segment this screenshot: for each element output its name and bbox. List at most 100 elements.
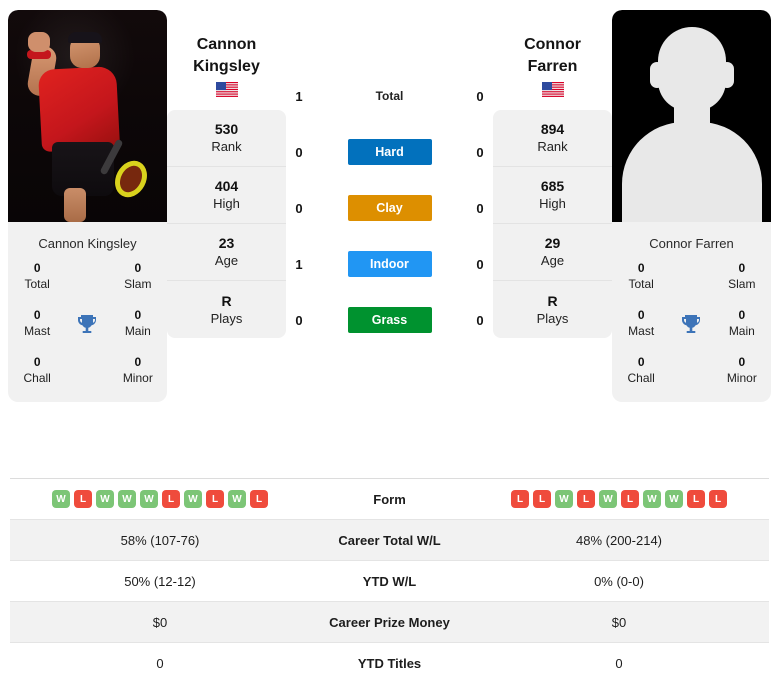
left-titles-chall-label: Chall	[23, 371, 51, 385]
left-player-name-header: Cannon Kingsley	[167, 10, 286, 110]
right-ytd-wl-value: 0% (0-0)	[469, 560, 769, 602]
h2h-indoor-label-wrap: Indoor	[312, 251, 467, 277]
left-titles-mast: 0 Mast	[12, 308, 62, 339]
right-player-name: Connor Farren	[524, 34, 581, 78]
left-titles-main-label: Main	[124, 324, 151, 338]
form-badge-loss: L	[511, 490, 529, 508]
right-stat-plays-value: R	[547, 292, 558, 309]
trophy-icon	[679, 312, 703, 336]
left-stat-age-value: 23	[218, 235, 235, 251]
right-career-prize-money-value: $0	[469, 601, 769, 643]
right-titles-main: 0 Main	[717, 308, 767, 339]
left-form-strip: WLWWWLWLWL	[14, 490, 306, 508]
left-titles-chall-value: 0	[33, 355, 41, 369]
table-row-career-total-wl: 58% (107-76) Career Total W/L 48% (200-2…	[10, 519, 769, 561]
right-player-media-card: Connor Farren 0 Total 0 Slam 0 Mast 0 Ma…	[612, 10, 771, 402]
form-badge-loss: L	[206, 490, 224, 508]
form-badge-loss: L	[162, 490, 180, 508]
stats-table-body: WLWWWLWLWL Form LLWLWLWWLL 58% (107-76) …	[10, 478, 769, 684]
photo-racket-head-shape	[108, 155, 154, 203]
left-titles-main-value: 0	[134, 308, 142, 322]
right-titles-minor: 0 Minor	[717, 355, 767, 386]
left-titles-slam-value: 0	[134, 261, 142, 275]
h2h-hard-label-wrap: Hard	[312, 139, 467, 165]
right-stat-high-label: High	[539, 196, 566, 211]
left-titles-main: 0 Main	[113, 308, 163, 339]
career-total-wl-label: Career Total W/L	[310, 519, 469, 561]
left-titles-chall: 0 Chall	[12, 355, 62, 386]
h2h-row-total: 1 Total 0	[286, 68, 493, 124]
right-stat-age: 29 Age	[493, 224, 612, 281]
left-stat-plays: R Plays	[167, 281, 286, 338]
left-player-name-line1: Cannon	[196, 36, 257, 53]
form-badge-win: W	[228, 490, 246, 508]
form-badge-loss: L	[621, 490, 639, 508]
right-titles-slam: 0 Slam	[717, 261, 767, 292]
right-titles-chall-value: 0	[637, 355, 645, 369]
right-titles-total: 0 Total	[616, 261, 666, 292]
right-titles-minor-label: Minor	[726, 371, 757, 385]
left-ytd-titles-value: 0	[10, 642, 310, 684]
left-stat-rank-value: 530	[214, 121, 239, 137]
right-stat-rank-label: Rank	[537, 139, 568, 154]
h2h-hard-right-value: 0	[476, 144, 484, 160]
right-player-name-line2: Farren	[527, 58, 578, 75]
table-row-ytd-titles: 0 YTD Titles 0	[10, 642, 769, 684]
left-player-name-line2: Kingsley	[193, 58, 260, 75]
right-player-info-column: Connor Farren 894 Rank 685 High 29 Age R…	[493, 10, 612, 338]
right-titles-minor-value: 0	[738, 355, 746, 369]
right-titles-main-value: 0	[738, 308, 746, 322]
surface-chip-hard[interactable]: Hard	[347, 139, 432, 165]
h2h-row-clay: 0 Clay 0	[286, 180, 493, 236]
left-stat-high-label: High	[213, 196, 240, 211]
photo-shirt-shape	[37, 66, 121, 152]
h2h-grass-left-value: 0	[295, 312, 303, 328]
photo-fist-shape	[28, 32, 50, 52]
right-stat-rank-value: 894	[540, 121, 565, 137]
right-titles-mast-value: 0	[637, 308, 645, 322]
right-stat-high-value: 685	[540, 178, 565, 194]
right-form-cell: LLWLWLWWLL	[469, 478, 769, 520]
left-form-cell: WLWWWLWLWL	[10, 478, 310, 520]
h2h-total-label: Total	[375, 89, 404, 103]
left-player-info-column: Cannon Kingsley 530 Rank 404 High 23 Age…	[167, 10, 286, 338]
form-badge-win: W	[665, 490, 683, 508]
comparison-section: Cannon Kingsley 0 Total 0 Slam 0 Mast 0 …	[0, 0, 779, 478]
us-flag-icon	[541, 82, 564, 97]
right-ytd-titles-value: 0	[469, 642, 769, 684]
right-stat-age-label: Age	[540, 253, 565, 268]
left-titles-mast-label: Mast	[24, 324, 51, 338]
ytd-titles-label: YTD Titles	[310, 642, 469, 684]
right-player-titles-grid: 0 Total 0 Slam 0 Mast 0 Main 0 Chall 0 M…	[612, 257, 771, 402]
surface-chip-indoor[interactable]: Indoor	[347, 251, 432, 277]
comparison-stats-table: WLWWWLWLWL Form LLWLWLWWLL 58% (107-76) …	[10, 478, 769, 684]
h2h-indoor-left-value: 1	[295, 256, 303, 272]
right-titles-chall: 0 Chall	[616, 355, 666, 386]
h2h-total-label-wrap: Total	[312, 89, 467, 103]
right-player-stat-card: 894 Rank 685 High 29 Age R Plays	[493, 110, 612, 338]
form-badge-win: W	[643, 490, 661, 508]
left-titles-total-value: 0	[33, 261, 41, 275]
left-stat-age-label: Age	[214, 253, 239, 268]
trophy-icon	[75, 312, 99, 336]
left-stat-high-value: 404	[214, 178, 239, 194]
surface-chip-grass[interactable]: Grass	[347, 307, 432, 333]
left-trophy-icon-cell	[62, 312, 112, 336]
left-titles-minor-value: 0	[134, 355, 142, 369]
left-titles-total: 0 Total	[12, 261, 62, 292]
left-titles-slam: 0 Slam	[113, 261, 163, 292]
form-badge-win: W	[555, 490, 573, 508]
right-career-total-wl-value: 48% (200-214)	[469, 519, 769, 561]
left-titles-slam-label: Slam	[124, 277, 152, 291]
right-player-photo	[612, 10, 771, 222]
surface-chip-clay[interactable]: Clay	[347, 195, 432, 221]
left-player-media-card: Cannon Kingsley 0 Total 0 Slam 0 Mast 0 …	[8, 10, 167, 402]
ytd-wl-label: YTD W/L	[310, 560, 469, 602]
silhouette-left-ear-shape	[650, 62, 664, 88]
right-form-strip: LLWLWLWWLL	[473, 490, 765, 508]
career-prize-money-label: Career Prize Money	[310, 601, 469, 643]
player-comparison-page: Cannon Kingsley 0 Total 0 Slam 0 Mast 0 …	[0, 0, 779, 699]
h2h-grass-label-wrap: Grass	[312, 307, 467, 333]
form-row-label: Form	[310, 478, 469, 520]
right-titles-slam-value: 0	[738, 261, 746, 275]
